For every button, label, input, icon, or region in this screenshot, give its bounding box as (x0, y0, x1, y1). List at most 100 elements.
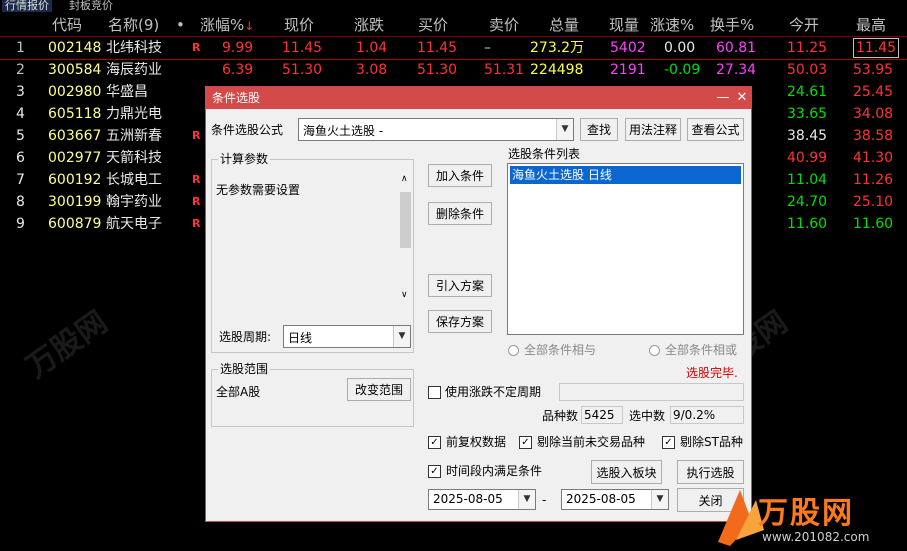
formula-combobox[interactable]: 海鱼火土选股 - ▼ (298, 118, 574, 141)
cell-code: 002148 (48, 40, 102, 56)
run-select-button[interactable]: 执行选股 (677, 460, 744, 484)
usage-notes-button[interactable]: 用法注释 (625, 118, 681, 141)
time-range-checkbox[interactable]: ✓ (428, 465, 441, 478)
params-scrollbar[interactable]: ∧ ∨ (398, 174, 413, 304)
count-label: 品种数 (542, 409, 579, 423)
uncertain-period-checkbox[interactable] (428, 386, 441, 399)
col-high[interactable]: 最高 (856, 14, 886, 36)
cell-name: 力鼎光电 (106, 106, 162, 122)
chevron-down-icon[interactable]: ▼ (393, 326, 410, 347)
pre-adjust-checkbox[interactable]: ✓ (428, 436, 441, 449)
col-change[interactable]: 涨跌 (354, 14, 384, 36)
find-button[interactable]: 查找 (580, 118, 618, 141)
cell-chg: 3.08 (356, 62, 388, 78)
cell-mark: R (192, 41, 201, 54)
cell-idx: 4 (16, 106, 25, 122)
date-from-picker[interactable]: 2025-08-05 ▼ (428, 489, 536, 510)
cell-open: 38.45 (787, 128, 828, 144)
radio-or[interactable] (649, 345, 660, 356)
col-current-vol[interactable]: 现量 (609, 14, 639, 36)
col-pct-label: 涨幅% (200, 16, 245, 34)
params-text: 无参数需要设置 (216, 183, 301, 197)
view-formula-button[interactable]: 查看公式 (687, 118, 744, 141)
save-scheme-button[interactable]: 保存方案 (428, 310, 492, 333)
col-price[interactable]: 现价 (284, 14, 314, 36)
time-range-label: 时间段内满足条件 (446, 464, 543, 478)
add-condition-button[interactable]: 加入条件 (428, 164, 492, 187)
cell-high: 25.10 (853, 194, 894, 210)
date-from-value: 2025-08-05 (433, 492, 503, 506)
logo-text: 万股网 (758, 496, 854, 531)
col-bid[interactable]: 买价 (418, 14, 448, 36)
cell-name: 航天电子 (106, 216, 162, 232)
exclude-untraded-label: 剔除当前未交易品种 (537, 435, 646, 449)
close-icon[interactable]: ✕ (733, 87, 751, 109)
radio-and[interactable] (508, 345, 519, 356)
import-scheme-button[interactable]: 引入方案 (428, 274, 492, 297)
list-item[interactable]: 海鱼火土选股 日线 (510, 166, 741, 184)
change-scope-button[interactable]: 改变范围 (347, 378, 411, 401)
col-pct[interactable]: 涨幅%↓ (200, 14, 254, 37)
delete-condition-button[interactable]: 删除条件 (428, 202, 492, 225)
cell-code: 002977 (48, 150, 102, 166)
col-name[interactable]: 名称(9) (108, 14, 159, 36)
col-dot: • (176, 16, 185, 34)
cell-code: 300199 (48, 194, 102, 210)
cell-high: 11.60 (853, 216, 894, 232)
cell-high: 38.58 (853, 128, 894, 144)
table-row[interactable]: 2 300584 海辰药业 6.39 51.30 3.08 51.30 51.31 224498… (0, 59, 907, 81)
cell-chg: 1.04 (356, 40, 388, 56)
table-row[interactable]: 1 002148 北纬科技 R 9.99 11.45 1.04 11.45 – 273.2万 540… (0, 37, 907, 60)
cell-high: 53.95 (853, 62, 894, 78)
cell-open: 11.04 (787, 172, 828, 188)
condition-list-title: 选股条件列表 (508, 147, 581, 161)
col-turnover[interactable]: 换手% (710, 14, 754, 36)
params-title: 计算参数 (218, 152, 271, 166)
tab-quotes[interactable]: 行情报价 (2, 0, 52, 12)
chevron-down-icon[interactable]: ▼ (651, 490, 668, 509)
to-block-button[interactable]: 选股入板块 (591, 460, 662, 484)
col-open[interactable]: 今开 (789, 14, 819, 36)
hit-label: 选中数 (629, 409, 666, 423)
scroll-down-icon[interactable]: ∨ (401, 290, 408, 300)
uncertain-period-label: 使用涨跌不定周期 (445, 385, 542, 399)
formula-value: 海鱼火土选股 - (303, 124, 384, 138)
tab-limit-bidding[interactable]: 封板竞价 (66, 0, 116, 12)
period-select[interactable]: 日线 ▼ (283, 325, 411, 348)
col-ask[interactable]: 卖价 (489, 14, 519, 36)
cell-high: 25.45 (853, 84, 894, 100)
scroll-thumb[interactable] (400, 192, 411, 248)
cell-high: 11.26 (853, 172, 894, 188)
cell-open: 24.70 (787, 194, 828, 210)
dialog-titlebar[interactable]: 条件选股 — ✕ (206, 87, 751, 109)
count-field: 5425 (581, 406, 623, 424)
exclude-st-label: 剔除ST品种 (680, 435, 743, 449)
count-value: 5425 (584, 408, 615, 422)
scroll-up-icon[interactable]: ∧ (401, 174, 408, 184)
condition-list[interactable]: 海鱼火土选股 日线 (507, 163, 744, 335)
minimize-icon[interactable]: — (714, 87, 732, 109)
cell-open: 11.60 (787, 216, 828, 232)
chevron-down-icon[interactable]: ▼ (556, 119, 573, 140)
cell-high: 11.45 (853, 38, 900, 58)
params-group: 计算参数 无参数需要设置 ∧ ∨ 选股周期: 日线 ▼ (211, 152, 414, 353)
condition-select-dialog: 条件选股 — ✕ 条件选股公式 海鱼火土选股 - ▼ 查找 用法注释 查看公式 … (205, 86, 752, 522)
radio-and-label: 全部条件相与 (524, 343, 597, 357)
cell-vol: 273.2万 (530, 40, 585, 56)
chevron-down-icon[interactable]: ▼ (518, 490, 535, 509)
col-volume[interactable]: 总量 (549, 14, 579, 36)
date-separator: - (542, 493, 547, 507)
site-logo: 万股网 www.201082.com (710, 482, 907, 551)
cell-pct: 9.99 (222, 40, 254, 56)
cell-idx: 8 (16, 194, 25, 210)
date-to-picker[interactable]: 2025-08-05 ▼ (561, 489, 669, 510)
exclude-st-checkbox[interactable]: ✓ (662, 436, 675, 449)
col-speed[interactable]: 涨速% (650, 14, 694, 36)
status-text: 选股完毕. (686, 366, 738, 380)
exclude-untraded-checkbox[interactable]: ✓ (519, 436, 532, 449)
col-code[interactable]: 代码 (52, 14, 82, 36)
cell-price: 51.30 (282, 62, 323, 78)
cell-speed: -0.09 (664, 62, 701, 78)
period-value: 日线 (288, 331, 313, 345)
cell-idx: 1 (16, 40, 25, 56)
